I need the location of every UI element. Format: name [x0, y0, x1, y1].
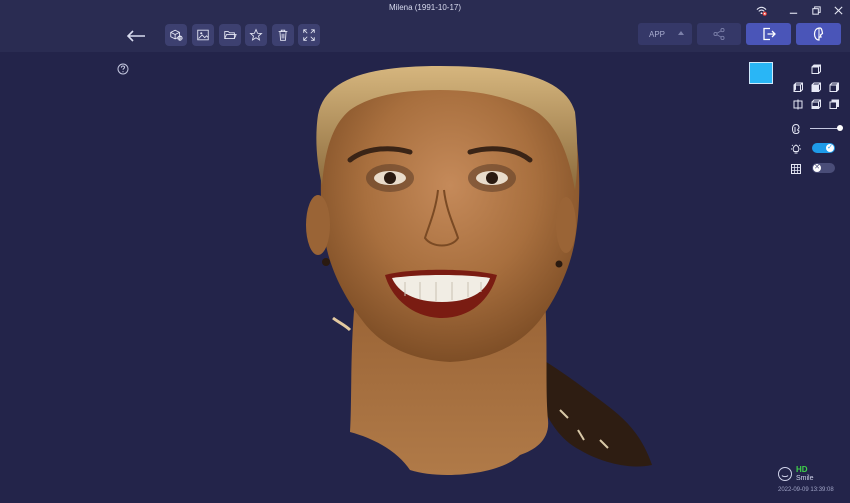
help-button[interactable] [117, 62, 129, 75]
opacity-slider[interactable] [810, 128, 840, 129]
svg-text:3D: 3D [178, 36, 183, 40]
open-folder-button[interactable] [219, 24, 241, 46]
cube-left-icon [793, 82, 803, 92]
opacity-slider-knob[interactable] [837, 125, 843, 131]
3d-viewport[interactable] [0, 52, 850, 503]
grid-toggle[interactable]: ✕ [812, 163, 835, 173]
view-bottom-button[interactable] [810, 97, 822, 109]
view-side-split-button[interactable] [792, 97, 804, 110]
check-icon: ✓ [827, 144, 833, 151]
cube-bottom-icon [811, 99, 821, 109]
scan-3d-button[interactable]: 3D [165, 24, 187, 46]
no-wifi-icon[interactable] [753, 2, 769, 18]
cube-right-icon [829, 82, 839, 92]
grid-icon [790, 162, 802, 174]
face-scan-model[interactable] [0, 52, 850, 503]
cube-back-icon [829, 99, 839, 109]
view-right-button[interactable] [828, 80, 840, 92]
face-view-button[interactable] [796, 23, 841, 45]
color-swatch[interactable] [749, 62, 773, 84]
title-bar: Milena (1991-10-17) [0, 0, 850, 20]
view-back-button[interactable] [828, 97, 840, 109]
view-front-button[interactable] [810, 80, 822, 92]
expression-label: Smile [796, 475, 814, 482]
trash-icon [278, 29, 288, 41]
view-top-button[interactable] [810, 62, 822, 74]
app-button-label: APP [649, 29, 666, 39]
cube-top-icon [811, 64, 821, 74]
delete-button[interactable] [272, 24, 294, 46]
app-button[interactable]: APP [638, 23, 692, 45]
folder-open-icon [224, 31, 237, 39]
cube-split-icon [793, 99, 803, 110]
quality-badge: HD [796, 465, 808, 474]
share-button[interactable] [697, 23, 741, 45]
opacity-icon [790, 122, 802, 135]
image-icon [197, 29, 209, 41]
favorite-button[interactable] [245, 24, 267, 46]
image-button[interactable] [192, 24, 214, 46]
view-left-button[interactable] [792, 80, 804, 92]
export-icon [762, 27, 776, 41]
close-button[interactable] [830, 2, 846, 18]
minimize-button[interactable] [785, 2, 801, 18]
caret-up-icon [678, 31, 684, 35]
star-icon [249, 28, 263, 41]
capture-timestamp: 2022-09-09 13:39:08 [778, 487, 834, 493]
lighting-icon [790, 142, 802, 154]
export-button[interactable] [746, 23, 791, 45]
question-icon [117, 63, 129, 75]
window-title: Milena (1991-10-17) [388, 3, 462, 12]
fullscreen-icon [303, 29, 315, 41]
cube-scan-icon: 3D [170, 29, 183, 41]
fullscreen-button[interactable] [298, 24, 320, 46]
arrow-left-icon [126, 30, 145, 42]
share-icon [713, 28, 725, 40]
face-profile-icon [813, 27, 823, 41]
lighting-toggle[interactable]: ✓ [812, 143, 835, 153]
cube-front-icon [811, 82, 821, 92]
x-icon: ✕ [814, 164, 820, 171]
smile-face-icon [777, 466, 793, 487]
restore-button[interactable] [808, 2, 824, 18]
back-button[interactable] [122, 24, 150, 48]
toolbar: 3D APP [0, 20, 850, 52]
